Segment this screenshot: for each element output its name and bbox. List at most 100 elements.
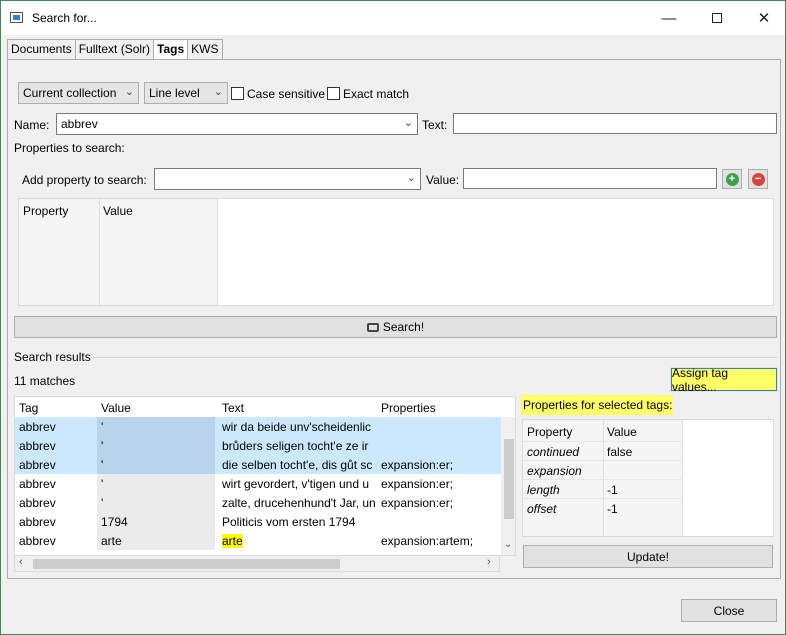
- property-combo[interactable]: ⌄: [154, 168, 421, 190]
- close-button[interactable]: Close: [681, 599, 777, 622]
- tag-cell: abbrev: [19, 477, 56, 491]
- value-cell: ': [97, 493, 215, 512]
- table-row[interactable]: abbrev ' die selben tocht'e, dis gůt sc …: [15, 455, 501, 474]
- level-select[interactable]: Line level ⌄: [144, 82, 228, 104]
- text-cell: brůders seligen tocht'e ze ir: [222, 439, 369, 453]
- scroll-left-icon[interactable]: ‹: [19, 556, 23, 568]
- results-table[interactable]: Tag Value Text Properties abbrev ' wir d…: [14, 396, 516, 556]
- exact-match-label: Exact match: [343, 87, 410, 101]
- properties-cell: expansion:artem;: [381, 534, 474, 548]
- update-button[interactable]: Update!: [523, 545, 773, 568]
- property-column-header[interactable]: Property: [23, 204, 68, 218]
- tag-cell: abbrev: [19, 420, 56, 434]
- horizontal-scroll-thumb[interactable]: [33, 559, 340, 569]
- property-column-header[interactable]: Property: [527, 425, 572, 439]
- maximize-icon: [712, 13, 722, 23]
- row-divider: [523, 498, 683, 499]
- name-combo[interactable]: abbrev ⌄: [56, 113, 418, 135]
- binoculars-icon: [366, 322, 379, 332]
- search-results-label: Search results: [14, 350, 91, 364]
- add-property-button[interactable]: +: [722, 169, 742, 189]
- properties-cell: expansion:er;: [381, 458, 454, 472]
- property-cell: continued: [527, 445, 580, 459]
- minimize-button[interactable]: —: [646, 1, 692, 35]
- tag-cell: abbrev: [19, 439, 56, 453]
- level-value: Line level: [149, 86, 200, 100]
- tag-cell: abbrev: [19, 515, 56, 529]
- value-cell[interactable]: false: [607, 445, 632, 459]
- properties-section-label: Properties to search:: [14, 141, 125, 155]
- chevron-down-icon: ⌄: [403, 117, 413, 129]
- table-row[interactable]: abbrev ' brůders seligen tocht'e ze ir: [15, 436, 501, 455]
- chevron-down-icon: ⌄: [213, 86, 223, 98]
- tag-cell: abbrev: [19, 534, 56, 548]
- text-cell: die selben tocht'e, dis gůt sc: [222, 458, 373, 472]
- vertical-scroll-thumb[interactable]: [504, 439, 514, 519]
- tab-bar: Documents Fulltext (Solr) Tags KWS: [7, 39, 223, 61]
- results-vertical-scrollbar[interactable]: ⌄: [501, 417, 515, 555]
- scroll-down-icon[interactable]: ⌄: [504, 539, 512, 550]
- value-cell: ': [97, 474, 215, 493]
- group-divider: [93, 357, 777, 358]
- search-button[interactable]: Search!: [14, 316, 777, 338]
- plus-icon: +: [725, 172, 739, 186]
- table-row[interactable]: abbrev ' wir da beide unv'scheidenlic: [15, 417, 501, 436]
- scroll-right-icon[interactable]: ›: [487, 556, 491, 568]
- results-horizontal-scrollbar[interactable]: ‹ ›: [14, 556, 500, 572]
- property-cell: offset: [527, 502, 557, 516]
- maximize-button[interactable]: [694, 1, 740, 35]
- selected-tags-title: Properties for selected tags:: [521, 395, 673, 415]
- properties-cell: expansion:er;: [381, 496, 454, 510]
- properties-column-header[interactable]: Properties: [377, 397, 501, 416]
- exact-match-checkbox[interactable]: [327, 87, 340, 100]
- text-cell: Politicis vom ersten 1794: [222, 515, 356, 529]
- text-cell: zalte, drucehenhund't Jar, un: [222, 496, 375, 510]
- tab-documents[interactable]: Documents: [7, 39, 76, 60]
- tab-fulltext[interactable]: Fulltext (Solr): [74, 39, 155, 60]
- value-cell: ': [97, 436, 215, 455]
- property-cell: expansion: [527, 464, 582, 478]
- value-column-header[interactable]: Value: [103, 204, 133, 218]
- property-value-input[interactable]: [463, 168, 717, 189]
- value-cell[interactable]: -1: [607, 502, 618, 516]
- row-divider: [523, 441, 683, 442]
- tag-column-header[interactable]: Tag: [15, 397, 95, 416]
- tag-cell: abbrev: [19, 458, 56, 472]
- property-cell: length: [527, 483, 560, 497]
- search-dialog: Search for... — ✕ Documents Fulltext (So…: [0, 0, 786, 635]
- tab-tags[interactable]: Tags: [153, 39, 189, 61]
- remove-property-button[interactable]: −: [748, 169, 768, 189]
- case-sensitive-checkbox[interactable]: [231, 87, 244, 100]
- value-cell: ': [97, 455, 215, 474]
- table-row[interactable]: abbrev 1794 Politicis vom ersten 1794: [15, 512, 501, 531]
- highlighted-text: arte: [222, 534, 243, 548]
- value-column-header[interactable]: Value: [97, 397, 215, 416]
- row-divider: [523, 479, 683, 480]
- scope-value: Current collection: [23, 86, 117, 100]
- value-cell: arte: [97, 531, 215, 550]
- assign-tag-values-button[interactable]: Assign tag values...: [670, 366, 778, 394]
- properties-cell: [377, 512, 501, 531]
- window-title: Search for...: [32, 11, 97, 25]
- case-sensitive-label: Case sensitive: [247, 87, 326, 101]
- text-label: Text:: [422, 118, 448, 132]
- chevron-down-icon: ⌄: [406, 172, 416, 184]
- table-row[interactable]: abbrev ' wirt gevordert, v'tigen und u e…: [15, 474, 501, 493]
- minimize-icon: —: [661, 9, 677, 27]
- value-cell[interactable]: -1: [607, 483, 618, 497]
- close-window-button[interactable]: ✕: [741, 1, 786, 35]
- properties-cell: expansion:er;: [381, 477, 454, 491]
- table-row[interactable]: abbrev ' zalte, drucehenhund't Jar, un e…: [15, 493, 501, 512]
- tab-kws[interactable]: KWS: [187, 39, 223, 60]
- property-search-table[interactable]: Property Value: [18, 198, 774, 306]
- value-label: Value:: [426, 173, 460, 187]
- chevron-down-icon: ⌄: [124, 86, 134, 98]
- scope-select[interactable]: Current collection ⌄: [18, 82, 139, 104]
- value-column-header[interactable]: Value: [607, 425, 637, 439]
- tag-cell: abbrev: [19, 496, 56, 510]
- row-divider: [523, 460, 683, 461]
- text-input[interactable]: [453, 113, 777, 134]
- selected-tags-table[interactable]: Property Value continued false expansion…: [522, 419, 774, 537]
- text-column-header[interactable]: Text: [218, 397, 375, 416]
- table-row[interactable]: abbrev arte arte expansion:artem;: [15, 531, 501, 550]
